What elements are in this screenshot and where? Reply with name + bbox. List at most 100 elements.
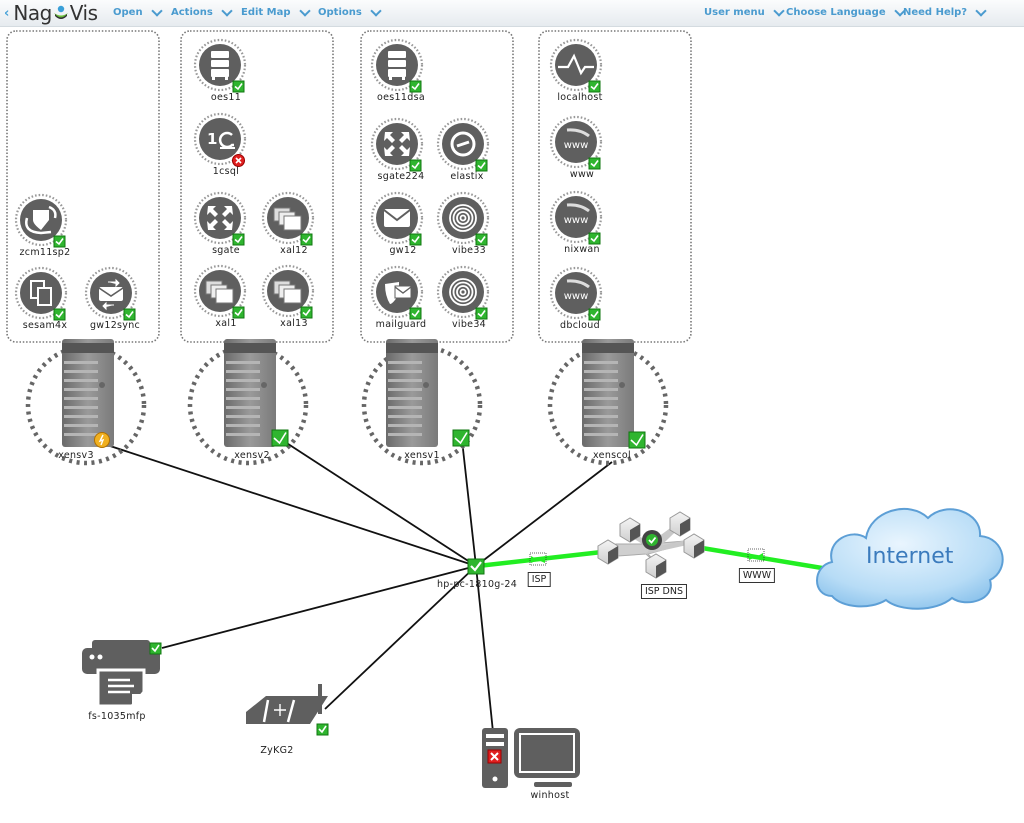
- service-label-sesam4x: sesam4x: [22, 320, 68, 331]
- service-label-oes11dsa: oes11dsa: [377, 92, 425, 103]
- status-ok-icon[interactable]: [232, 233, 245, 246]
- service-mailguard[interactable]: [370, 265, 424, 320]
- svg-text:www: www: [564, 140, 589, 151]
- status-ok-icon[interactable]: [588, 308, 601, 321]
- service-label-gw12: gw12: [389, 245, 417, 256]
- status-critical-icon[interactable]: [232, 154, 245, 167]
- service-nixwan[interactable]: www: [549, 190, 603, 245]
- server-tower-icon: [386, 339, 438, 447]
- service-label-elastix: elastix: [450, 171, 484, 182]
- status-ok-icon[interactable]: [475, 159, 488, 172]
- service-sgate224[interactable]: [370, 117, 424, 172]
- service-xal13[interactable]: [261, 264, 315, 319]
- host-xensv1[interactable]: [361, 339, 483, 466]
- service-zcm11sp2[interactable]: [14, 193, 68, 248]
- status-warning-icon[interactable]: [94, 432, 110, 448]
- service-label-sgate: sgate: [212, 245, 240, 256]
- service-label-localhost: localhost: [557, 92, 603, 103]
- svg-text:www: www: [564, 215, 589, 226]
- service-label-xal1: xal1: [215, 318, 237, 329]
- link-xensv2-switch[interactable]: [281, 439, 477, 567]
- cube-icon: [597, 539, 619, 565]
- isp-dns-label: ISP DNS: [640, 584, 688, 599]
- link-xensv1-switch[interactable]: [461, 439, 477, 567]
- status-ok-icon[interactable]: [123, 308, 136, 321]
- svg-text:www: www: [564, 291, 589, 302]
- status-ok-icon[interactable]: [300, 233, 313, 246]
- internet-label: Internet: [866, 544, 954, 569]
- service-localhost[interactable]: [549, 38, 603, 93]
- service-label-vibe33: vibe33: [451, 245, 487, 256]
- service-vibe34[interactable]: [436, 265, 490, 320]
- cube-icon: [645, 553, 667, 579]
- status-ok-icon[interactable]: [53, 235, 66, 248]
- host-label-xensv1: xensv1: [404, 450, 440, 461]
- server-rack-icon: [211, 51, 229, 80]
- server-rack-icon: [388, 51, 406, 80]
- service-sgate[interactable]: [193, 191, 247, 246]
- printer-label: fs-1035mfp: [88, 711, 146, 722]
- host-xenscol[interactable]: [547, 339, 669, 466]
- status-ok-icon[interactable]: [271, 429, 289, 447]
- router-label: ZyKG2: [260, 745, 294, 756]
- link-label-isp: ISP: [527, 572, 551, 587]
- host-xensv3[interactable]: [25, 339, 147, 466]
- svg-text:1: 1: [207, 130, 217, 148]
- status-ok-icon[interactable]: [53, 308, 66, 321]
- service-label-nixwan: nixwan: [564, 244, 600, 255]
- switch-label: hp-pc-1810g-24: [436, 579, 518, 590]
- winhost-label: winhost: [530, 790, 570, 801]
- service-label-oes11: oes11: [210, 92, 242, 103]
- service-xal1[interactable]: [193, 264, 247, 319]
- status-ok-icon[interactable]: [475, 307, 488, 320]
- status-ok-icon[interactable]: [300, 306, 313, 319]
- service-sesam4x[interactable]: [14, 266, 68, 321]
- status-ok-icon[interactable]: [409, 307, 422, 320]
- service-oes11[interactable]: [193, 38, 247, 93]
- dns-cluster-icon[interactable]: [597, 511, 705, 579]
- status-ok-icon[interactable]: [588, 232, 601, 245]
- service-vibe33[interactable]: [436, 191, 490, 246]
- host-label-xensv3: xensv3: [58, 450, 94, 461]
- service-label-xal12: xal12: [280, 245, 308, 256]
- printer-status-icon[interactable]: [149, 642, 162, 655]
- status-ok-icon[interactable]: [588, 157, 601, 170]
- status-ok-icon[interactable]: [452, 429, 470, 447]
- status-ok-icon[interactable]: [232, 306, 245, 319]
- link-label-www: WWW: [738, 568, 776, 583]
- service-www[interactable]: www: [549, 115, 603, 170]
- service-gw12[interactable]: [370, 191, 424, 246]
- server-tower-icon: [62, 339, 114, 447]
- status-ok-icon[interactable]: [475, 233, 488, 246]
- service-gw12sync[interactable]: [84, 266, 138, 321]
- router-icon[interactable]: [246, 684, 328, 724]
- server-tower-icon: [582, 339, 634, 447]
- link-xenscol-switch[interactable]: [475, 461, 613, 567]
- host-label-xenscol: xenscol: [593, 450, 631, 461]
- status-ok-icon[interactable]: [409, 80, 422, 93]
- service-label-xal13: xal13: [280, 318, 308, 329]
- service-elastix[interactable]: [436, 117, 490, 172]
- service-oes11dsa[interactable]: [370, 38, 424, 93]
- service-1csql[interactable]: 1: [193, 112, 247, 167]
- service-dbcloud[interactable]: www: [549, 266, 603, 321]
- winhost-status-icon[interactable]: [487, 749, 502, 764]
- service-label-gw12sync: gw12sync: [89, 320, 141, 331]
- printer-icon[interactable]: [82, 640, 160, 708]
- status-ok-icon[interactable]: [409, 233, 422, 246]
- status-ok-icon[interactable]: [588, 80, 601, 93]
- router-status-icon[interactable]: [316, 723, 329, 736]
- service-label-1csql: 1csql: [212, 166, 240, 177]
- service-label-zcm11sp2: zcm11sp2: [19, 247, 71, 258]
- map-canvas: 1 www www www: [6, 30, 1004, 788]
- link-winhost-switch[interactable]: [475, 565, 494, 733]
- server-tower-icon: [224, 339, 276, 447]
- status-ok-icon[interactable]: [628, 431, 646, 449]
- link-printer-switch[interactable]: [161, 565, 477, 649]
- service-label-sgate224: sgate224: [377, 171, 425, 182]
- service-xal12[interactable]: [261, 191, 315, 246]
- status-ok-icon[interactable]: [409, 159, 422, 172]
- status-ok-icon[interactable]: [232, 80, 245, 93]
- envelope-icon: [383, 209, 411, 227]
- switch-status-icon[interactable]: [467, 558, 485, 575]
